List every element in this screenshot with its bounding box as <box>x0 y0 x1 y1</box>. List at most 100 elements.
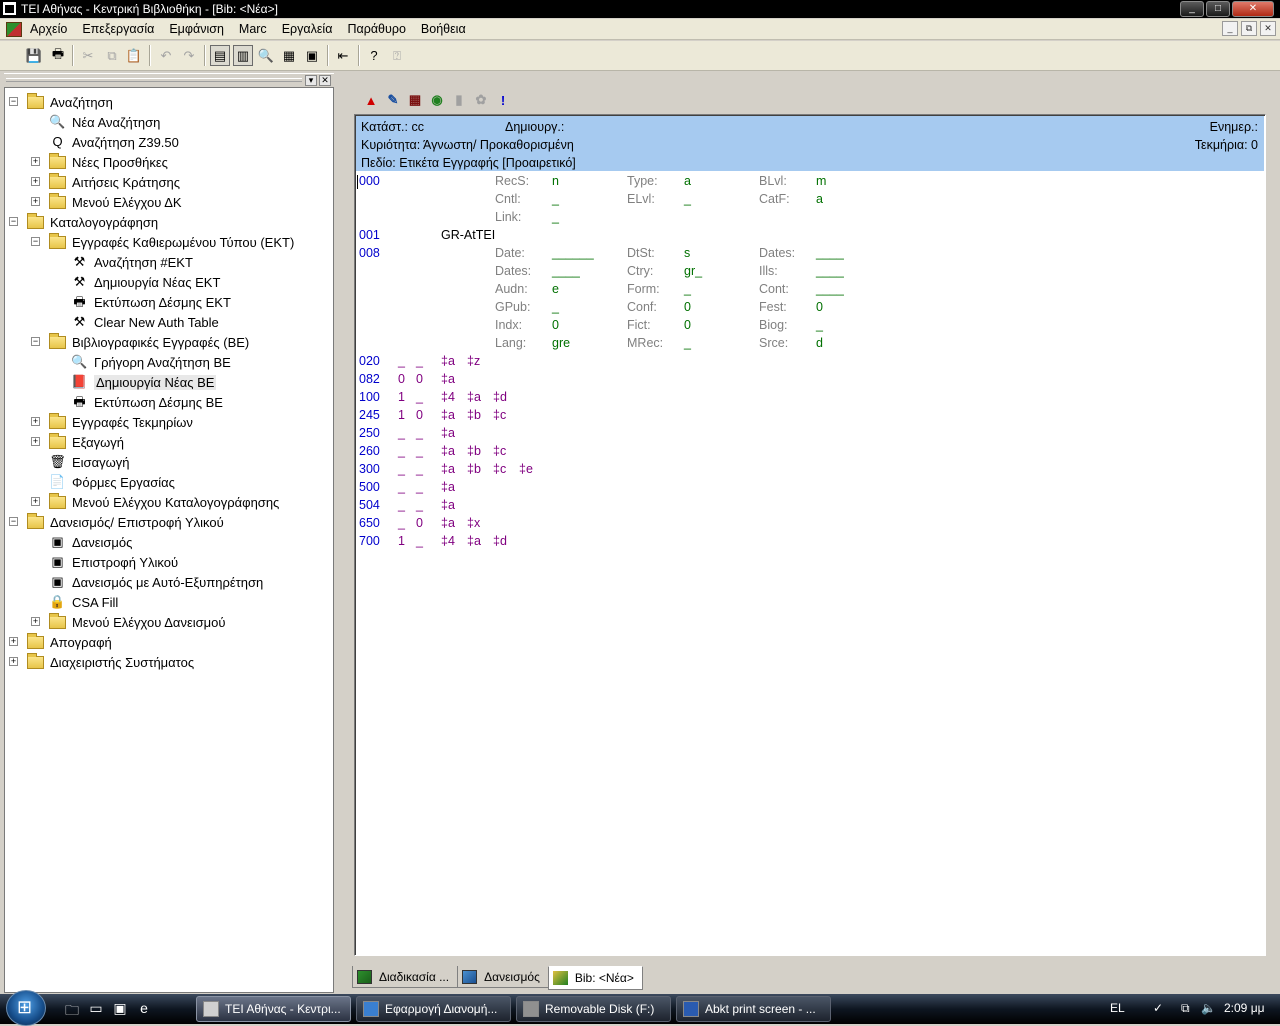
browser-icon[interactable]: e <box>135 1000 153 1018</box>
collapse-icon[interactable]: − <box>31 237 40 246</box>
field-tag[interactable]: 650 <box>359 516 380 530</box>
subfield-code[interactable]: ‡a <box>441 462 455 476</box>
fixed-field-value[interactable]: a <box>816 192 823 206</box>
subfield-code[interactable]: ‡x <box>467 516 480 530</box>
tree-node[interactable]: Αιτήσεις Κράτησης <box>49 172 180 192</box>
marc-editor[interactable]: Κατάστ.: cc Δημιουργ.: Ενημερ.: Κυριότητ… <box>354 114 1266 956</box>
subfield-code[interactable]: ‡a <box>441 444 455 458</box>
tree-node[interactable]: Βιβλιογραφικές Εγγραφές (ΒΕ) <box>49 332 249 352</box>
tree-node[interactable]: Νέες Προσθήκες <box>49 152 168 172</box>
expand-icon[interactable]: + <box>9 637 18 646</box>
menu-tools[interactable]: Εργαλεία <box>282 22 333 36</box>
tab-process[interactable]: Διαδικασία ... <box>352 966 459 988</box>
field-tag[interactable]: 500 <box>359 480 380 494</box>
help-icon[interactable]: ? <box>364 45 384 66</box>
tree-node[interactable]: 🔍 Νέα Αναζήτηση <box>49 112 160 132</box>
record-tool-7-icon[interactable]: ! <box>492 89 514 111</box>
tree-node[interactable]: ▣ Επιστροφή Υλικού <box>49 552 178 572</box>
field-tag[interactable]: 300 <box>359 462 380 476</box>
expand-icon[interactable]: + <box>31 417 40 426</box>
collapse-icon[interactable]: − <box>9 97 18 106</box>
start-button[interactable] <box>6 990 46 1026</box>
indicator-1[interactable]: _ <box>398 444 405 458</box>
record-tool-4-icon[interactable]: ◉ <box>426 89 448 111</box>
indicator-1[interactable]: _ <box>398 498 405 512</box>
tab-loan[interactable]: Δανεισμός <box>457 966 549 988</box>
collapse-icon[interactable]: − <box>31 337 40 346</box>
subfield-code[interactable]: ‡c <box>493 408 506 422</box>
fixed-field-value[interactable]: _ <box>552 210 559 224</box>
menu-edit[interactable]: Επεξεργασία <box>82 22 154 36</box>
field-tag-008[interactable]: 008 <box>359 246 380 260</box>
field-tag[interactable]: 020 <box>359 354 380 368</box>
tree-node[interactable]: Μενού Ελέγχου Δανεισμού <box>49 612 226 632</box>
tree-node[interactable]: Εξαγωγή <box>49 432 124 452</box>
fixed-field-value[interactable]: _ <box>816 318 823 332</box>
task-word-doc[interactable]: Abkt print screen - ... <box>676 996 831 1022</box>
indicator-1[interactable]: _ <box>398 426 405 440</box>
fixed-field-value[interactable]: n <box>552 174 559 188</box>
indicator-2[interactable]: 0 <box>416 516 423 530</box>
redo-icon[interactable]: ↷ <box>179 45 199 66</box>
fixed-field-value[interactable]: _ <box>552 300 559 314</box>
maximize-button[interactable]: □ <box>1206 1 1230 17</box>
field-tag[interactable]: 700 <box>359 534 380 548</box>
indicator-2[interactable]: _ <box>416 354 423 368</box>
tile-window-icon[interactable]: ▤ <box>210 45 230 66</box>
copy-icon[interactable]: ⧉ <box>102 45 122 66</box>
subfield-code[interactable]: ‡d <box>493 534 507 548</box>
expand-icon[interactable]: + <box>31 617 40 626</box>
media-icon[interactable]: ▣ <box>111 1000 129 1018</box>
indicator-2[interactable]: _ <box>416 444 423 458</box>
indicator-1[interactable]: 1 <box>398 408 405 422</box>
task-library-app[interactable]: ΤΕΙ Αθήνας - Κεντρι... <box>196 996 351 1022</box>
fixed-field-value[interactable]: 0 <box>684 318 691 332</box>
folder-icon[interactable]: 🗀 <box>63 1000 81 1018</box>
indicator-1[interactable]: _ <box>398 462 405 476</box>
expand-icon[interactable]: + <box>31 197 40 206</box>
fixed-field-value[interactable]: e <box>552 282 559 296</box>
tree-node[interactable]: 🔒 CSA Fill <box>49 592 118 612</box>
tree-node[interactable]: Καταλογογράφηση <box>27 212 158 232</box>
indicator-1[interactable]: 1 <box>398 390 405 404</box>
tree-node[interactable]: ▣ Δανεισμός με Αυτό-Εξυπηρέτηση <box>49 572 263 592</box>
tree-node[interactable]: 🖶 Εκτύπωση Δέσμης ΒΕ <box>71 392 223 412</box>
subfield-code[interactable]: ‡b <box>467 462 481 476</box>
record-tool-5-icon[interactable]: ▮ <box>448 89 470 111</box>
fixed-field-value[interactable]: 0 <box>552 318 559 332</box>
save-icon[interactable]: 💾 <box>24 45 44 66</box>
subfield-code[interactable]: ‡a <box>441 426 455 440</box>
indicator-2[interactable]: _ <box>416 462 423 476</box>
tree-node[interactable]: ⚒ Δημιουργία Νέας ΕΚΤ <box>71 272 221 292</box>
subfield-code[interactable]: ‡e <box>519 462 533 476</box>
tree-node[interactable]: Αναζήτηση <box>27 92 113 112</box>
subfield-code[interactable]: ‡4 <box>441 390 455 404</box>
record-tool-6-icon[interactable]: ✿ <box>470 89 492 111</box>
minimize-button[interactable]: _ <box>1180 1 1204 17</box>
fixed-field-value[interactable]: _ <box>684 336 691 350</box>
print-icon[interactable]: 🖶 <box>48 45 68 66</box>
grid-icon[interactable]: ▦ <box>279 45 299 66</box>
record-tool-3-icon[interactable]: ▦ <box>404 89 426 111</box>
fixed-field-value[interactable]: ____ <box>552 264 580 278</box>
subfield-code[interactable]: ‡a <box>467 534 481 548</box>
clock[interactable]: 2:09 μμ <box>1224 1001 1265 1015</box>
task-removable-disk[interactable]: Removable Disk (F:) <box>516 996 671 1022</box>
tree-node[interactable]: Διαχειριστής Συστήματος <box>27 652 194 672</box>
expand-icon[interactable]: + <box>31 497 40 506</box>
tree-node[interactable]: 📕 Δημιουργία Νέας ΒΕ <box>71 372 217 392</box>
collapse-icon[interactable]: − <box>9 517 18 526</box>
indicator-2[interactable]: _ <box>416 390 423 404</box>
record-tool-2-icon[interactable]: ✎ <box>382 89 404 111</box>
pane-close-button[interactable]: ✕ <box>319 75 331 86</box>
indicator-1[interactable]: _ <box>398 354 405 368</box>
menu-view[interactable]: Εμφάνιση <box>169 22 224 36</box>
subfield-code[interactable]: ‡c <box>493 444 506 458</box>
tree-node[interactable]: Δανεισμός/ Επιστροφή Υλικού <box>27 512 224 532</box>
fixed-field-value[interactable]: _ <box>552 192 559 206</box>
field-tag-000[interactable]: 000 <box>359 174 380 188</box>
exit-icon[interactable]: ⇤ <box>333 45 353 66</box>
field-tag[interactable]: 250 <box>359 426 380 440</box>
tab-bib-new[interactable]: Bib: <Νέα> <box>547 966 643 990</box>
expand-icon[interactable]: + <box>31 177 40 186</box>
